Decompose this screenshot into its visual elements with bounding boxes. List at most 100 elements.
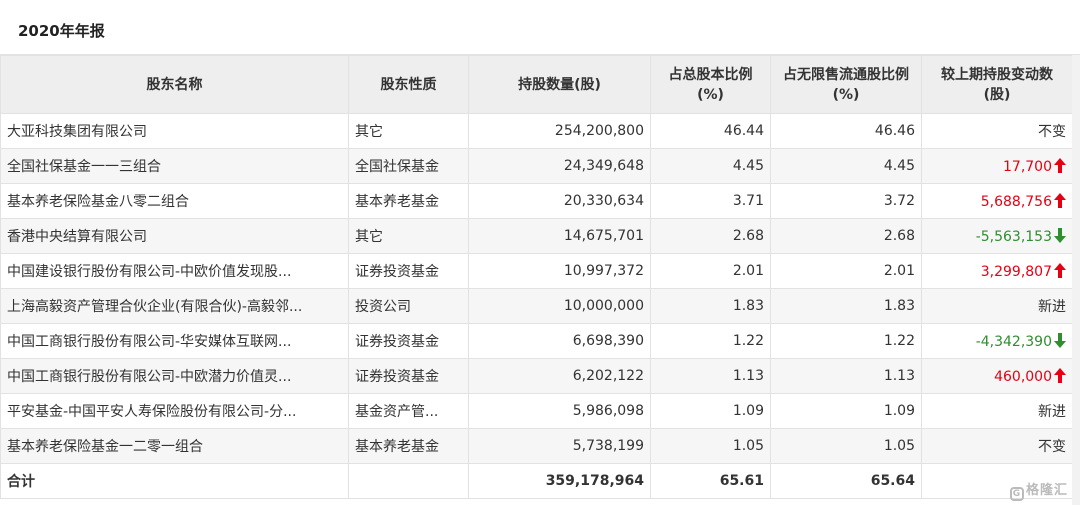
report-title-bar: 2020年年报 xyxy=(0,0,1080,55)
cell-shareholder-nature: 证券投资基金 xyxy=(348,253,469,289)
table-row: 全国社保基金一一三组合 全国社保基金 24,349,648 4.45 4.45 17,70… xyxy=(0,148,1073,184)
cell-ratio-float: 3.72 xyxy=(770,183,922,219)
change-value: -4,342,390 xyxy=(975,333,1052,350)
header-ratio-float: 占无限售流通股比例(%) xyxy=(770,55,922,114)
cell-shareholder-name: 平安基金-中国平安人寿保险股份有限公司-分... xyxy=(0,393,349,429)
total-shares: 359,178,964 xyxy=(468,463,651,499)
arrow-up-icon xyxy=(1054,192,1066,208)
cell-shares: 5,986,098 xyxy=(468,393,651,429)
cell-ratio-total: 2.68 xyxy=(650,218,771,254)
header-change: 较上期持股变动数(股) xyxy=(921,55,1073,114)
cell-shareholder-nature: 证券投资基金 xyxy=(348,323,469,359)
cell-shareholder-nature: 全国社保基金 xyxy=(348,148,469,184)
cell-ratio-float: 2.01 xyxy=(770,253,922,289)
cell-shareholder-name: 基本养老保险基金一二零一组合 xyxy=(0,428,349,464)
change-value: -5,563,153 xyxy=(975,228,1052,245)
table-body: 大亚科技集团有限公司 其它 254,200,800 46.44 46.46 不变 全国社保基… xyxy=(0,113,1073,499)
table-header: 股东名称 股东性质 持股数量(股) 占总股本比例(%) 占无限售流通股比例(%)… xyxy=(0,55,1073,114)
table-row: 中国建设银行股份有限公司-中欧价值发现股... 证券投资基金 10,997,372 2… xyxy=(0,253,1073,289)
change-value: 新进 xyxy=(1038,299,1066,315)
cell-ratio-float: 2.68 xyxy=(770,218,922,254)
cell-shareholder-name: 上海高毅资产管理合伙企业(有限合伙)-高毅邻... xyxy=(0,288,349,324)
cell-ratio-total: 4.45 xyxy=(650,148,771,184)
cell-ratio-total: 1.05 xyxy=(650,428,771,464)
arrow-up-icon xyxy=(1054,262,1066,278)
table-row: 香港中央结算有限公司 其它 14,675,701 2.68 2.68 -5,563,153 xyxy=(0,218,1073,254)
cell-shareholder-nature: 投资公司 xyxy=(348,288,469,324)
table-row: 基本养老保险基金八零二组合 基本养老基金 20,330,634 3.71 3.72 5,6… xyxy=(0,183,1073,219)
arrow-up-icon xyxy=(1054,157,1066,173)
table-row: 大亚科技集团有限公司 其它 254,200,800 46.44 46.46 不变 xyxy=(0,113,1073,149)
total-label: 合计 xyxy=(0,463,349,499)
cell-shareholder-nature: 其它 xyxy=(348,218,469,254)
cell-ratio-total: 2.01 xyxy=(650,253,771,289)
scrollbar-track[interactable] xyxy=(1072,55,1080,505)
cell-shares: 14,675,701 xyxy=(468,218,651,254)
cell-ratio-float: 1.05 xyxy=(770,428,922,464)
total-nature xyxy=(348,463,469,499)
cell-ratio-float: 46.46 xyxy=(770,113,922,149)
cell-ratio-total: 1.22 xyxy=(650,323,771,359)
cell-ratio-total: 3.71 xyxy=(650,183,771,219)
cell-shareholder-name: 中国工商银行股份有限公司-中欧潜力价值灵... xyxy=(0,358,349,394)
cell-change: 3,299,807 xyxy=(921,253,1073,289)
total-row: 合计 359,178,964 65.61 65.64 xyxy=(0,463,1073,499)
table-row: 基本养老保险基金一二零一组合 基本养老基金 5,738,199 1.05 1.05 不变 xyxy=(0,428,1073,464)
cell-shares: 10,997,372 xyxy=(468,253,651,289)
total-ratio-float: 65.64 xyxy=(770,463,922,499)
arrow-up-icon xyxy=(1054,367,1066,383)
cell-shares: 6,698,390 xyxy=(468,323,651,359)
arrow-down-icon xyxy=(1054,332,1066,348)
cell-ratio-total: 1.13 xyxy=(650,358,771,394)
cell-shareholder-name: 香港中央结算有限公司 xyxy=(0,218,349,254)
table-row: 平安基金-中国平安人寿保险股份有限公司-分... 基金资产管... 5,986,09… xyxy=(0,393,1073,429)
cell-change: 17,700 xyxy=(921,148,1073,184)
cell-shareholder-nature: 基金资产管... xyxy=(348,393,469,429)
cell-shares: 20,330,634 xyxy=(468,183,651,219)
cell-shares: 5,738,199 xyxy=(468,428,651,464)
header-shareholder-nature: 股东性质 xyxy=(348,55,469,114)
table-row: 上海高毅资产管理合伙企业(有限合伙)-高毅邻... 投资公司 10,000,000 1… xyxy=(0,288,1073,324)
cell-shareholder-name: 大亚科技集团有限公司 xyxy=(0,113,349,149)
cell-change: 5,688,756 xyxy=(921,183,1073,219)
table-row: 中国工商银行股份有限公司-华安媒体互联网... 证券投资基金 6,698,390 1.… xyxy=(0,323,1073,359)
report-title: 2020年年报 xyxy=(18,22,105,40)
cell-ratio-total: 1.83 xyxy=(650,288,771,324)
header-row: 股东名称 股东性质 持股数量(股) 占总股本比例(%) 占无限售流通股比例(%)… xyxy=(0,55,1073,114)
cell-ratio-total: 1.09 xyxy=(650,393,771,429)
watermark-text: 格隆汇 xyxy=(1025,483,1068,498)
cell-shareholder-name: 全国社保基金一一三组合 xyxy=(0,148,349,184)
header-shareholder-name: 股东名称 xyxy=(0,55,349,114)
cell-shareholder-name: 中国建设银行股份有限公司-中欧价值发现股... xyxy=(0,253,349,289)
change-value: 不变 xyxy=(1038,439,1066,455)
cell-ratio-total: 46.44 xyxy=(650,113,771,149)
cell-shareholder-name: 中国工商银行股份有限公司-华安媒体互联网... xyxy=(0,323,349,359)
cell-shareholder-nature: 其它 xyxy=(348,113,469,149)
arrow-down-icon xyxy=(1054,227,1066,243)
cell-change: 460,000 xyxy=(921,358,1073,394)
cell-shareholder-nature: 基本养老基金 xyxy=(348,428,469,464)
change-value: 460,000 xyxy=(994,368,1052,385)
cell-ratio-float: 1.09 xyxy=(770,393,922,429)
change-value: 不变 xyxy=(1038,124,1066,140)
cell-shares: 24,349,648 xyxy=(468,148,651,184)
watermark: G 格隆汇 xyxy=(1009,479,1068,501)
cell-change: 新进 xyxy=(921,393,1073,429)
cell-change: -5,563,153 xyxy=(921,218,1073,254)
cell-ratio-float: 1.13 xyxy=(770,358,922,394)
cell-shares: 254,200,800 xyxy=(468,113,651,149)
change-value: 17,700 xyxy=(1003,158,1052,175)
cell-shareholder-nature: 基本养老基金 xyxy=(348,183,469,219)
cell-ratio-float: 1.22 xyxy=(770,323,922,359)
cell-change: 不变 xyxy=(921,113,1073,149)
shareholder-table: 股东名称 股东性质 持股数量(股) 占总股本比例(%) 占无限售流通股比例(%)… xyxy=(0,55,1073,499)
change-value: 5,688,756 xyxy=(980,193,1052,210)
cell-shareholder-nature: 证券投资基金 xyxy=(348,358,469,394)
shareholder-table-container: 股东名称 股东性质 持股数量(股) 占总股本比例(%) 占无限售流通股比例(%)… xyxy=(0,55,1080,505)
cell-change: -4,342,390 xyxy=(921,323,1073,359)
cell-ratio-float: 1.83 xyxy=(770,288,922,324)
cell-ratio-float: 4.45 xyxy=(770,148,922,184)
cell-shareholder-name: 基本养老保险基金八零二组合 xyxy=(0,183,349,219)
table-row: 中国工商银行股份有限公司-中欧潜力价值灵... 证券投资基金 6,202,122 1.… xyxy=(0,358,1073,394)
header-ratio-total: 占总股本比例(%) xyxy=(650,55,771,114)
